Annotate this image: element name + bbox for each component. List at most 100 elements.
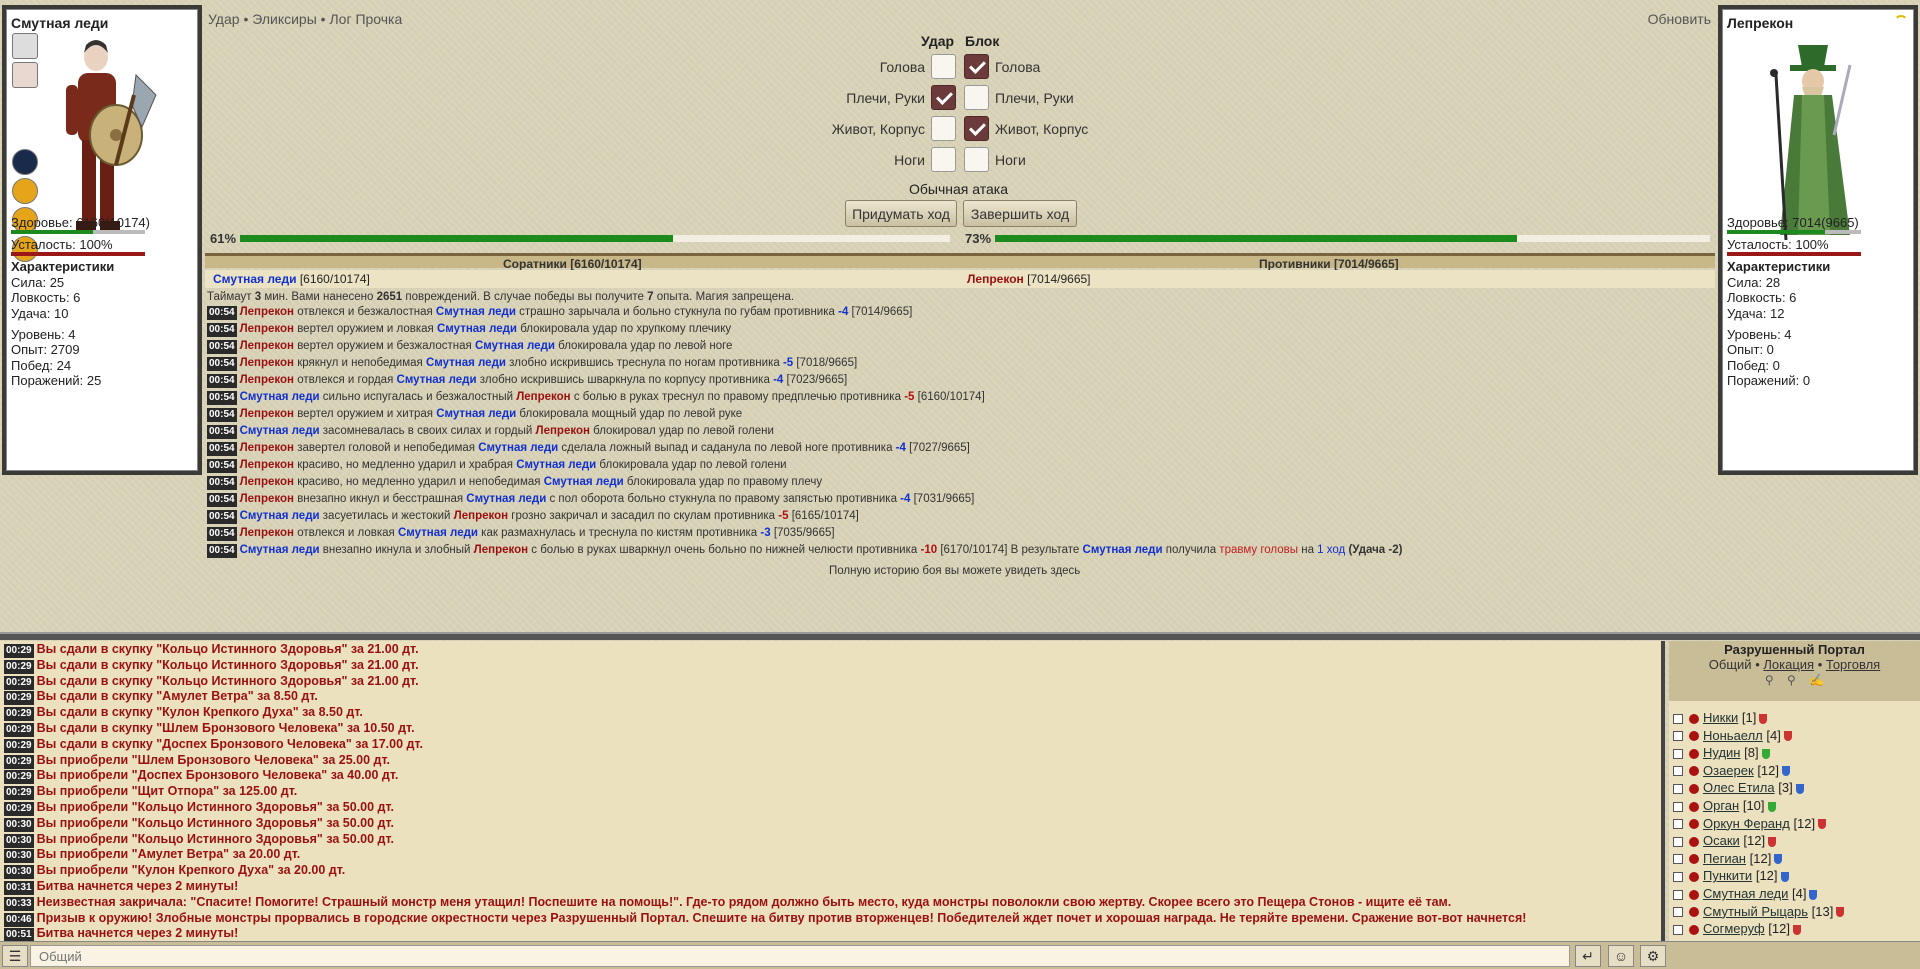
user-name[interactable]: Никки — [1703, 710, 1738, 725]
buff-icon[interactable] — [12, 62, 38, 88]
info-icon[interactable] — [1689, 748, 1699, 759]
refresh-link[interactable]: Обновить — [1648, 11, 1711, 27]
online-user[interactable]: Смутный Рыцарь [13] — [1673, 903, 1845, 921]
user-name[interactable]: Орган — [1703, 798, 1739, 813]
info-icon[interactable] — [1689, 731, 1699, 742]
online-user[interactable]: Олес Етила [3] — [1673, 779, 1804, 797]
player-link[interactable]: Смутная леди — [240, 544, 320, 556]
player-link[interactable]: Лепрекон — [516, 391, 570, 403]
block-checkbox[interactable] — [964, 54, 989, 79]
chat-bubble-icon[interactable]: ✍ — [1809, 673, 1824, 687]
user-select-checkbox[interactable] — [1673, 924, 1683, 935]
hit-checkbox[interactable] — [931, 85, 956, 110]
ally-team-member[interactable]: Смутная леди [6160/10174] — [213, 272, 370, 286]
info-icon[interactable] — [1689, 713, 1699, 724]
player-link[interactable]: Смутная леди — [478, 442, 558, 454]
online-user[interactable]: Оркун Феранд [12] — [1673, 815, 1827, 833]
player-link[interactable]: Лепрекон — [240, 306, 294, 318]
block-checkbox[interactable] — [964, 85, 989, 110]
info-icon[interactable] — [1689, 836, 1699, 847]
player-link[interactable]: Лепрекон — [240, 527, 294, 539]
user-select-checkbox[interactable] — [1673, 871, 1683, 882]
user-name[interactable]: Олес Етила — [1703, 780, 1775, 795]
info-icon[interactable] — [1689, 907, 1699, 918]
online-user[interactable]: Ноньаелл [4] — [1673, 727, 1792, 745]
hit-checkbox[interactable] — [931, 116, 956, 141]
user-name[interactable]: Оркун Феранд — [1703, 816, 1790, 831]
info-icon[interactable] — [1689, 801, 1699, 812]
player-link[interactable]: Лепрекон — [240, 459, 294, 471]
player-link[interactable]: Смутная леди — [437, 323, 517, 335]
player-link[interactable]: Лепрекон — [240, 493, 294, 505]
tab-location[interactable]: Локация — [1763, 657, 1814, 672]
player-link[interactable]: Лепрекон — [240, 357, 294, 369]
user-name[interactable]: Нудин — [1703, 745, 1740, 760]
enemy-team-member[interactable]: Лепрекон [7014/9665] — [967, 272, 1091, 286]
chat-menu-icon[interactable]: ☰ — [2, 945, 28, 967]
tab-common[interactable]: Общий — [1709, 657, 1752, 672]
player-link[interactable]: Смутная леди — [436, 306, 516, 318]
online-user[interactable]: Нудин [8] — [1673, 744, 1770, 762]
history-link[interactable]: Полную историю боя вы можете увидеть зде… — [829, 564, 1080, 579]
ring-slot-icon[interactable] — [12, 178, 38, 204]
block-checkbox[interactable] — [964, 147, 989, 172]
online-user[interactable]: Орган [10] — [1673, 797, 1776, 815]
user-select-checkbox[interactable] — [1673, 783, 1683, 794]
nav-log-link[interactable]: Лог Прочка — [329, 11, 402, 27]
info-icon[interactable] — [1689, 889, 1699, 900]
user-name[interactable]: Ноньаелл — [1703, 728, 1763, 743]
player-link[interactable]: Лепрекон — [240, 323, 294, 335]
online-user[interactable]: Пегиан [12] — [1673, 850, 1783, 868]
player-link[interactable]: Смутная леди — [516, 459, 596, 471]
online-user[interactable]: Смутная леди [4] — [1673, 885, 1818, 903]
user-select-checkbox[interactable] — [1673, 907, 1683, 918]
player-link[interactable]: Лепрекон — [240, 340, 294, 352]
user-name[interactable]: Согмеруф — [1703, 921, 1765, 936]
online-user[interactable]: Согмеруф [12] — [1673, 920, 1801, 938]
online-user[interactable]: Пункити [12] — [1673, 867, 1789, 885]
player-link[interactable]: Смутная леди — [466, 493, 546, 505]
user-select-checkbox[interactable] — [1673, 889, 1683, 900]
block-checkbox[interactable] — [964, 116, 989, 141]
player-link[interactable]: Смутная леди — [398, 527, 478, 539]
user-name[interactable]: Пегиан — [1703, 851, 1746, 866]
player-link[interactable]: Смутная леди — [397, 374, 477, 386]
user-select-checkbox[interactable] — [1673, 836, 1683, 847]
hit-checkbox[interactable] — [931, 54, 956, 79]
player-link[interactable]: Смутная леди — [240, 391, 320, 403]
hit-checkbox[interactable] — [931, 147, 956, 172]
player-link[interactable]: Лепрекон — [240, 374, 294, 386]
player-link[interactable]: Лепрекон — [474, 544, 528, 556]
settings-gear-icon[interactable]: ⚙ — [1640, 945, 1666, 967]
online-user[interactable]: Осаки [12] — [1673, 832, 1777, 850]
info-icon[interactable] — [1689, 854, 1699, 865]
finish-move-button[interactable]: Завершить ход — [963, 200, 1077, 227]
info-icon[interactable] — [1689, 819, 1699, 830]
user-name[interactable]: Озаерек — [1703, 763, 1754, 778]
zoom-out-icon[interactable]: ⚲ — [1787, 673, 1796, 687]
player-link[interactable]: Смутная леди — [240, 510, 320, 522]
player-link[interactable]: Лепрекон — [240, 408, 294, 420]
think-move-button[interactable]: Придумать ход — [845, 200, 957, 227]
smiley-icon[interactable]: ☺ — [1608, 945, 1634, 967]
user-name[interactable]: Смутный Рыцарь — [1703, 904, 1808, 919]
user-select-checkbox[interactable] — [1673, 854, 1683, 865]
player-link[interactable]: Смутная леди — [240, 425, 320, 437]
chat-input[interactable] — [30, 945, 1570, 967]
send-icon[interactable]: ↵ — [1575, 945, 1601, 967]
player-link[interactable]: Смутная леди — [436, 408, 516, 420]
online-user[interactable]: Озаерек [12] — [1673, 762, 1790, 780]
player-link[interactable]: Смутная леди — [1083, 544, 1163, 556]
user-select-checkbox[interactable] — [1673, 819, 1683, 830]
nav-hit-link[interactable]: Удар — [208, 11, 240, 27]
nav-elixirs-link[interactable]: Эликсиры — [252, 11, 317, 27]
ally-name[interactable]: Смутная леди — [213, 272, 296, 286]
user-name[interactable]: Смутная леди — [1703, 886, 1788, 901]
player-link[interactable]: Лепрекон — [536, 425, 590, 437]
user-select-checkbox[interactable] — [1673, 801, 1683, 812]
info-icon[interactable] — [1689, 924, 1699, 935]
info-icon[interactable] — [1689, 766, 1699, 777]
player-link[interactable]: Смутная леди — [544, 476, 624, 488]
user-select-checkbox[interactable] — [1673, 731, 1683, 742]
tab-trade[interactable]: Торговля — [1826, 657, 1880, 672]
